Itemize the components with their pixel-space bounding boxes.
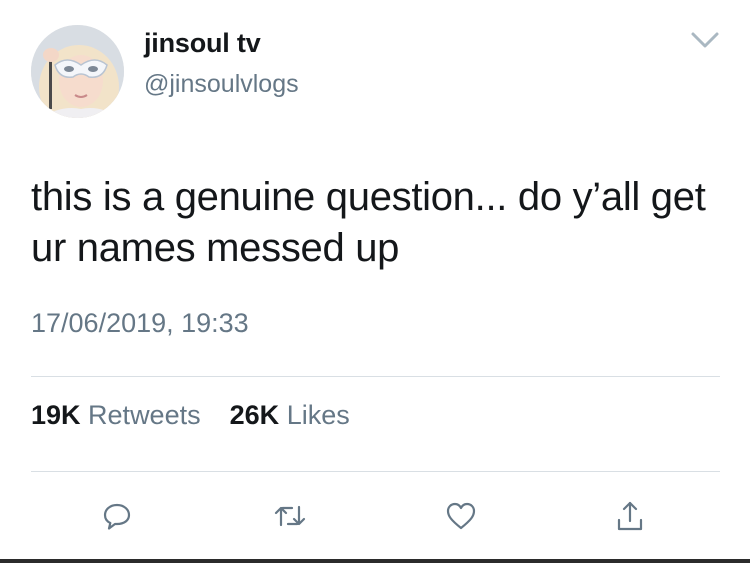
divider bbox=[31, 471, 720, 472]
retweet-button[interactable] bbox=[272, 497, 308, 535]
likes-count[interactable]: 26K bbox=[230, 400, 280, 430]
heart-icon bbox=[446, 502, 476, 530]
display-name[interactable]: jinsoul tv bbox=[144, 28, 261, 59]
retweets-label[interactable]: Retweets bbox=[88, 400, 201, 430]
chevron-down-icon[interactable] bbox=[690, 30, 720, 50]
avatar-image bbox=[31, 25, 124, 118]
tweet-timestamp[interactable]: 17/06/2019, 19:33 bbox=[31, 308, 249, 339]
user-handle[interactable]: @jinsoulvlogs bbox=[144, 70, 299, 99]
share-icon bbox=[617, 501, 643, 531]
share-button[interactable] bbox=[612, 497, 648, 535]
reply-icon bbox=[103, 503, 131, 530]
likes-label[interactable]: Likes bbox=[287, 400, 350, 430]
tweet-stats: 19K Retweets 26K Likes bbox=[31, 400, 350, 431]
tweet-text: this is a genuine question... do y’all g… bbox=[31, 175, 706, 270]
like-button[interactable] bbox=[443, 497, 479, 535]
reply-button[interactable] bbox=[99, 497, 135, 535]
bottom-border bbox=[0, 559, 750, 563]
avatar[interactable] bbox=[31, 25, 124, 118]
retweets-count[interactable]: 19K bbox=[31, 400, 81, 430]
divider bbox=[31, 376, 720, 377]
retweet-icon bbox=[274, 505, 306, 527]
